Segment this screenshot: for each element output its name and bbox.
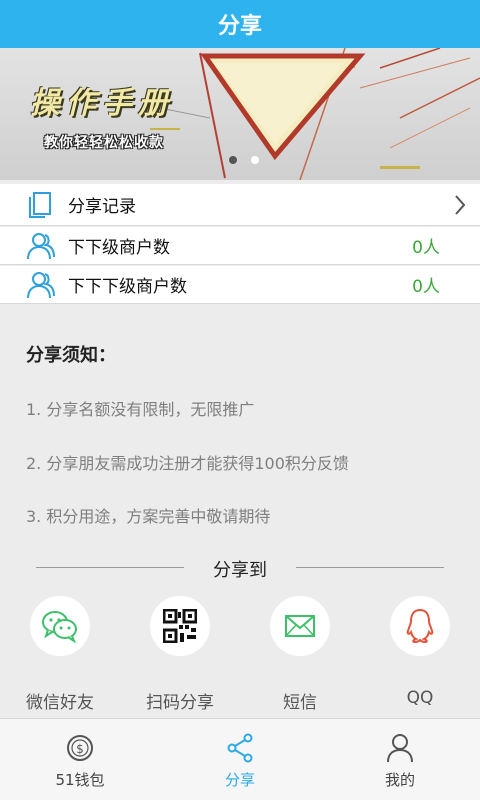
- bottom-tab-bar: $ 51钱包 分享 我的: [0, 718, 480, 800]
- document-icon: [29, 192, 51, 218]
- share-sms-button[interactable]: 短信: [240, 596, 360, 716]
- sub-merchant-row[interactable]: 下下级商户数 0人: [0, 227, 480, 265]
- share-qq-label: QQ: [406, 688, 434, 708]
- share-record-row[interactable]: 分享记录: [0, 184, 480, 226]
- share-to-heading: 分享到: [213, 560, 267, 581]
- qq-icon: [390, 596, 450, 656]
- carousel-dot[interactable]: [251, 156, 259, 164]
- qrcode-icon: [150, 596, 210, 656]
- tab-me[interactable]: 我的: [320, 719, 480, 800]
- wallet-coin-icon: $: [67, 735, 93, 761]
- tab-me-label: 我的: [384, 771, 415, 789]
- share-wechat-label: 微信好友: [26, 693, 94, 713]
- share-wechat-button[interactable]: 微信好友: [0, 596, 120, 716]
- carousel-dot[interactable]: [229, 156, 237, 164]
- share-sms-label: 短信: [283, 693, 317, 713]
- notice-item: 3. 积分用途，方案完善中敬请期待: [26, 507, 271, 526]
- divider-line-right: [296, 567, 444, 568]
- banner-carousel[interactable]: 操作手册 教你轻轻松松收款: [0, 48, 480, 180]
- sub-sub-merchant-row[interactable]: 下下下级商户数 0人: [0, 266, 480, 304]
- sms-icon: [270, 596, 330, 656]
- tab-share[interactable]: 分享: [160, 719, 320, 800]
- tab-wallet-label: 51钱包: [55, 771, 105, 789]
- share-record-label: 分享记录: [68, 197, 136, 217]
- svg-text:$: $: [76, 742, 84, 756]
- banner-subtitle: 教你轻轻松松收款: [44, 135, 164, 151]
- users-icon: [27, 233, 55, 260]
- sub-sub-merchant-count: 0人: [412, 277, 440, 297]
- app-header: 分享: [0, 0, 480, 48]
- banner-title: 操作手册: [30, 86, 174, 121]
- user-icon: [387, 734, 413, 763]
- sub-merchant-count: 0人: [412, 238, 440, 258]
- notice-title: 分享须知：: [26, 345, 116, 366]
- sub-sub-merchant-label: 下下下级商户数: [68, 277, 187, 297]
- share-to-divider: 分享到: [0, 554, 480, 582]
- users-icon: [27, 272, 55, 299]
- carousel-indicator: [229, 156, 259, 164]
- share-qq-button[interactable]: QQ: [360, 596, 480, 716]
- page-title: 分享: [217, 14, 262, 39]
- notice-item: 2. 分享朋友需成功注册才能获得100积分反馈: [26, 454, 349, 473]
- chevron-right-icon: [455, 195, 466, 215]
- tab-share-label: 分享: [224, 771, 255, 789]
- share-qrcode-button[interactable]: 扫码分享: [120, 596, 240, 716]
- tab-wallet[interactable]: $ 51钱包: [0, 719, 160, 800]
- wechat-icon: [30, 596, 90, 656]
- share-icon: [227, 733, 253, 763]
- sub-merchant-label: 下下级商户数: [68, 238, 170, 258]
- share-qrcode-label: 扫码分享: [146, 693, 214, 713]
- notice-item: 1. 分享名额没有限制，无限推广: [26, 400, 255, 419]
